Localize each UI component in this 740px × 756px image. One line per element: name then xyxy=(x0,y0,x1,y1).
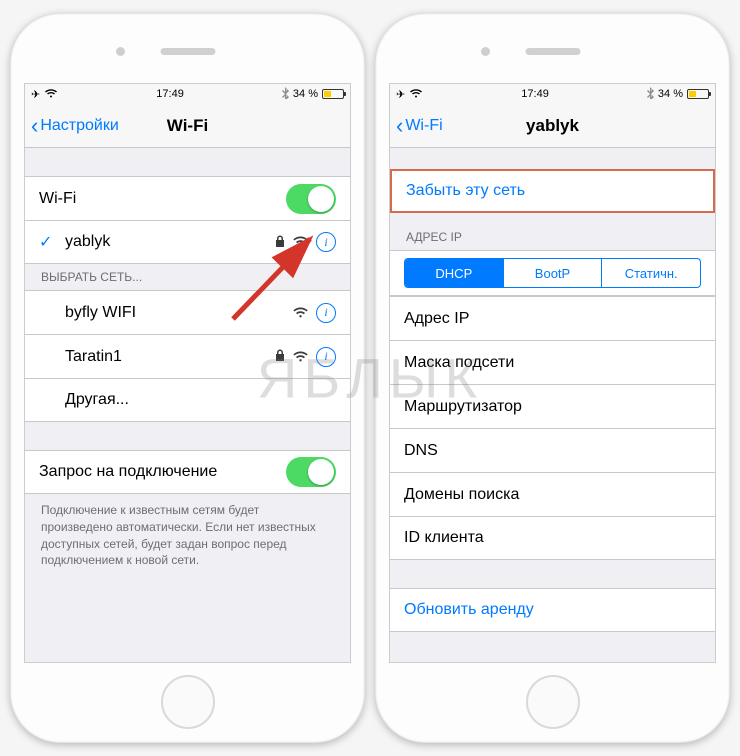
network-name: Taratin1 xyxy=(65,348,275,366)
lock-icon xyxy=(275,235,285,250)
front-camera xyxy=(116,47,125,56)
navbar: ‹ Настройки Wi-Fi xyxy=(25,104,350,148)
content-left: Wi-Fi ✓ yablyk i ВЫБРАТЬ СЕТЬ... xyxy=(25,148,350,662)
row-search[interactable]: Домены поиска xyxy=(390,472,715,516)
content-right: Забыть эту сеть АДРЕС IP DHCP BootP Стат… xyxy=(390,148,715,662)
back-label: Настройки xyxy=(40,117,118,135)
info-icon[interactable]: i xyxy=(316,347,336,367)
status-time: 17:49 xyxy=(521,88,549,100)
bluetooth-icon xyxy=(282,87,289,102)
wifi-switch[interactable] xyxy=(286,184,336,214)
ip-mode-segmented[interactable]: DHCP BootP Статичн. xyxy=(404,258,701,288)
wifi-signal-icon xyxy=(293,305,308,321)
connected-name: yablyk xyxy=(65,233,275,251)
ask-join-footer: Подключение к известным сетям будет прои… xyxy=(25,494,350,577)
row-mask[interactable]: Маска подсети xyxy=(390,340,715,384)
wifi-toggle-label: Wi-Fi xyxy=(39,190,286,208)
network-row-byfly[interactable]: byfly WIFI i xyxy=(25,290,350,334)
ask-join-label: Запрос на подключение xyxy=(39,463,286,481)
airplane-icon: ✈︎ xyxy=(31,88,40,101)
ask-to-join-row[interactable]: Запрос на подключение xyxy=(25,450,350,494)
chevron-left-icon: ‹ xyxy=(396,116,403,136)
info-icon[interactable]: i xyxy=(316,232,336,252)
row-client[interactable]: ID клиента xyxy=(390,516,715,560)
status-bar: ✈︎ 17:49 34 % xyxy=(25,84,350,104)
row-dns[interactable]: DNS xyxy=(390,428,715,472)
back-button[interactable]: ‹ Настройки xyxy=(25,116,119,136)
info-icon[interactable]: i xyxy=(316,303,336,323)
back-button[interactable]: ‹ Wi-Fi xyxy=(390,116,443,136)
battery-percent: 34 % xyxy=(293,88,318,100)
navbar: ‹ Wi-Fi yablyk xyxy=(390,104,715,148)
network-row-taratin[interactable]: Taratin1 i xyxy=(25,334,350,378)
speaker xyxy=(160,48,215,55)
seg-bootp[interactable]: BootP xyxy=(503,259,602,287)
battery-percent: 34 % xyxy=(658,88,683,100)
ip-mode-wrap: DHCP BootP Статичн. xyxy=(390,250,715,296)
choose-network-header: ВЫБРАТЬ СЕТЬ... xyxy=(25,264,350,290)
battery-icon xyxy=(687,89,709,99)
wifi-signal-icon xyxy=(293,234,308,250)
speaker xyxy=(525,48,580,55)
phone-left: ✈︎ 17:49 34 % ‹ Настройки W xyxy=(10,13,365,743)
row-ip[interactable]: Адрес IP xyxy=(390,296,715,340)
home-button[interactable] xyxy=(526,675,580,729)
network-name: byfly WIFI xyxy=(65,304,293,322)
phone-right: ✈︎ 17:49 34 % ‹ Wi-Fi yablyk xyxy=(375,13,730,743)
screen-right: ✈︎ 17:49 34 % ‹ Wi-Fi yablyk xyxy=(389,83,716,663)
renew-lease-button[interactable]: Обновить аренду xyxy=(390,588,715,632)
row-router[interactable]: Маршрутизатор xyxy=(390,384,715,428)
battery-icon xyxy=(322,89,344,99)
wifi-status-icon xyxy=(409,88,423,101)
forget-label: Забыть эту сеть xyxy=(406,182,525,200)
status-bar: ✈︎ 17:49 34 % xyxy=(390,84,715,104)
connected-network-row[interactable]: ✓ yablyk i xyxy=(25,220,350,264)
wifi-status-icon xyxy=(44,88,58,101)
forget-network-button[interactable]: Забыть эту сеть xyxy=(390,169,715,213)
checkmark-icon: ✓ xyxy=(39,232,52,252)
wifi-toggle-row[interactable]: Wi-Fi xyxy=(25,176,350,220)
back-label: Wi-Fi xyxy=(405,117,442,135)
wifi-signal-icon xyxy=(293,349,308,365)
home-button[interactable] xyxy=(161,675,215,729)
lock-icon xyxy=(275,349,285,364)
bluetooth-icon xyxy=(647,87,654,102)
airplane-icon: ✈︎ xyxy=(396,88,405,101)
ip-header: АДРЕС IP xyxy=(390,212,715,250)
seg-static[interactable]: Статичн. xyxy=(601,259,700,287)
seg-dhcp[interactable]: DHCP xyxy=(405,259,503,287)
front-camera xyxy=(481,47,490,56)
other-network-row[interactable]: Другая... xyxy=(25,378,350,422)
screen-left: ✈︎ 17:49 34 % ‹ Настройки W xyxy=(24,83,351,663)
other-label: Другая... xyxy=(65,391,336,409)
ask-join-switch[interactable] xyxy=(286,457,336,487)
status-time: 17:49 xyxy=(156,88,184,100)
chevron-left-icon: ‹ xyxy=(31,116,38,136)
